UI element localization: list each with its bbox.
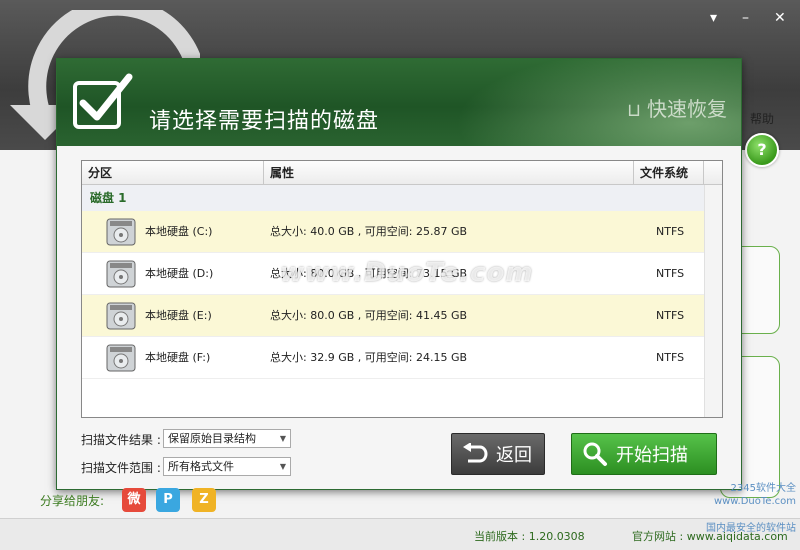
version-info: 当前版本 : 1.20.0308: [474, 530, 585, 543]
partition-name: 本地硬盘 (D:): [145, 267, 214, 280]
dialog-header: 请选择需要扫描的磁盘 ⊔ 快速恢复: [57, 59, 741, 146]
qzone-icon[interactable]: Z: [192, 488, 216, 512]
back-arrow-icon: [463, 443, 488, 463]
table-row[interactable]: 本地硬盘 (E:) 总大小: 80.0 GB , 可用空间: 41.45 GB …: [82, 295, 704, 337]
partition-name: 本地硬盘 (E:): [145, 309, 212, 322]
partition-filesystem: NTFS: [656, 267, 685, 280]
scan-result-select[interactable]: 保留原始目录结构 ▼: [163, 429, 291, 448]
help-icon[interactable]: ?: [745, 133, 779, 167]
partition-attributes: 总大小: 80.0 GB , 可用空间: 41.45 GB: [270, 309, 468, 322]
bin-icon: ⊔: [626, 100, 641, 121]
partition-name: 本地硬盘 (F:): [145, 351, 211, 364]
partition-attributes: 总大小: 32.9 GB , 可用空间: 24.15 GB: [270, 351, 468, 364]
menu-icon[interactable]: ▾: [710, 10, 717, 26]
brand-label: 快速恢复: [647, 97, 727, 121]
scan-result-label: 扫描文件结果 :: [81, 433, 161, 447]
hard-disk-icon: [106, 302, 136, 330]
minimize-icon[interactable]: –: [742, 10, 749, 26]
close-icon[interactable]: ✕: [774, 10, 786, 26]
chevron-down-icon: ▼: [279, 434, 286, 443]
partition-name: 本地硬盘 (C:): [145, 225, 213, 238]
hard-disk-icon: [106, 344, 136, 372]
partition-attributes: 总大小: 40.0 GB , 可用空间: 25.87 GB: [270, 225, 468, 238]
table-scrollbar[interactable]: [704, 185, 722, 417]
scan-range-value: 所有格式文件: [168, 460, 234, 473]
partition-table: 分区 属性 文件系统 磁盘 1 本地硬盘 (C:) 总大小: 40.0 GB ,…: [81, 160, 723, 418]
start-scan-button-label: 开始扫描: [616, 445, 688, 466]
table-row[interactable]: 本地硬盘 (C:) 总大小: 40.0 GB , 可用空间: 25.87 GB …: [82, 211, 704, 253]
weibo-icon[interactable]: 微: [122, 488, 146, 512]
tencent-weibo-icon[interactable]: P: [156, 488, 180, 512]
column-header-filesystem[interactable]: 文件系统: [634, 161, 704, 185]
table-header: 分区 属性 文件系统: [82, 161, 722, 185]
dialog-title: 请选择需要扫描的磁盘: [149, 109, 380, 134]
partition-filesystem: NTFS: [656, 225, 685, 238]
back-button-label: 返回: [496, 445, 532, 466]
checkbox-icon: [73, 73, 133, 129]
partition-attributes: 总大小: 80.0 GB , 可用空间: 73.15 GB: [270, 267, 468, 280]
help-button[interactable]: 帮助 ?: [742, 110, 782, 167]
share-label: 分享给朋友:: [40, 494, 105, 508]
chevron-down-icon: ▼: [279, 462, 286, 471]
column-header-partition[interactable]: 分区: [82, 161, 264, 185]
column-header-attributes[interactable]: 属性: [264, 161, 634, 185]
official-website[interactable]: 官方网站 : www.aiqidata.com: [632, 528, 788, 544]
start-scan-button[interactable]: 开始扫描: [571, 433, 717, 475]
disk-group-label: 磁盘 1: [82, 185, 704, 211]
table-row[interactable]: 本地硬盘 (D:) 总大小: 80.0 GB , 可用空间: 73.15 GB …: [82, 253, 704, 295]
back-button[interactable]: 返回: [451, 433, 545, 475]
search-icon: [583, 442, 607, 466]
disk-select-dialog: 请选择需要扫描的磁盘 ⊔ 快速恢复 分区 属性 文件系统 磁盘 1 本地硬盘 (C…: [56, 58, 742, 490]
scan-range-label: 扫描文件范围 :: [81, 461, 161, 475]
table-row[interactable]: 本地硬盘 (F:) 总大小: 32.9 GB , 可用空间: 24.15 GB …: [82, 337, 704, 379]
scan-range-select[interactable]: 所有格式文件 ▼: [163, 457, 291, 476]
hard-disk-icon: [106, 260, 136, 288]
partition-filesystem: NTFS: [656, 309, 685, 322]
help-label: 帮助: [749, 112, 774, 126]
scan-result-value: 保留原始目录结构: [168, 432, 256, 445]
partition-filesystem: NTFS: [656, 351, 685, 364]
hard-disk-icon: [106, 218, 136, 246]
product-brand: ⊔ 快速恢复: [627, 93, 727, 122]
